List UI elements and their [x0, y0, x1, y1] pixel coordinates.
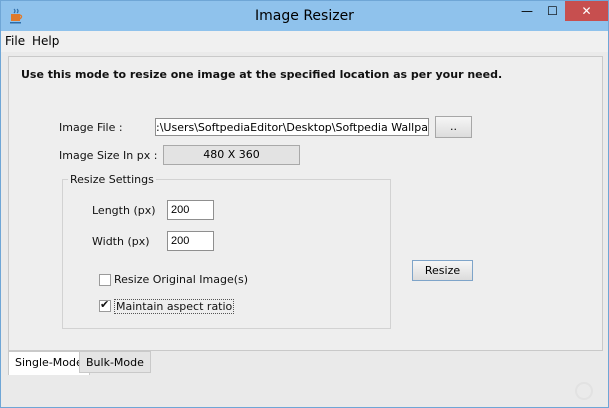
single-mode-panel: Use this mode to resize one image at the… — [8, 56, 603, 351]
title-bar: Image Resizer — ☐ ✕ — [1, 1, 608, 31]
length-input[interactable] — [167, 200, 214, 220]
resize-original-label: Resize Original Image(s) — [114, 273, 249, 286]
maintain-aspect-checkbox[interactable] — [99, 298, 111, 312]
maximize-button[interactable]: ☐ — [540, 1, 565, 21]
mode-tabs: Single-Mode Bulk-Mode — [8, 351, 601, 375]
mode-description: Use this mode to resize one image at the… — [21, 68, 503, 81]
browse-button[interactable]: .. — [435, 116, 472, 138]
loading-indicator-icon — [575, 382, 593, 400]
tab-bulk-mode[interactable]: Bulk-Mode — [79, 351, 151, 373]
resize-original-checkbox[interactable] — [99, 274, 111, 286]
status-area — [8, 376, 601, 402]
close-button[interactable]: ✕ — [565, 1, 608, 21]
resize-settings-group: Resize Settings Length (px) Width (px) R… — [62, 173, 391, 329]
image-file-path-field[interactable]: :\Users\SoftpediaEditor\Desktop\Softpedi… — [155, 118, 429, 136]
width-label: Width (px) — [92, 235, 150, 248]
menu-bar: File Help — [1, 31, 608, 52]
resize-button[interactable]: Resize — [412, 260, 473, 281]
length-label: Length (px) — [92, 204, 156, 217]
image-size-label: Image Size In px : — [59, 149, 158, 162]
menu-help[interactable]: Help — [32, 34, 59, 48]
resize-settings-title: Resize Settings — [68, 173, 156, 186]
menu-file[interactable]: File — [5, 34, 25, 48]
minimize-button[interactable]: — — [514, 1, 540, 21]
width-input[interactable] — [167, 231, 214, 251]
image-size-value: 480 X 360 — [163, 145, 300, 165]
image-file-label: Image File : — [59, 121, 123, 134]
tab-single-mode[interactable]: Single-Mode — [8, 351, 90, 375]
maintain-aspect-label: Maintain aspect ratio — [114, 299, 235, 314]
app-window: Image Resizer — ☐ ✕ File Help Use this m… — [0, 0, 609, 408]
